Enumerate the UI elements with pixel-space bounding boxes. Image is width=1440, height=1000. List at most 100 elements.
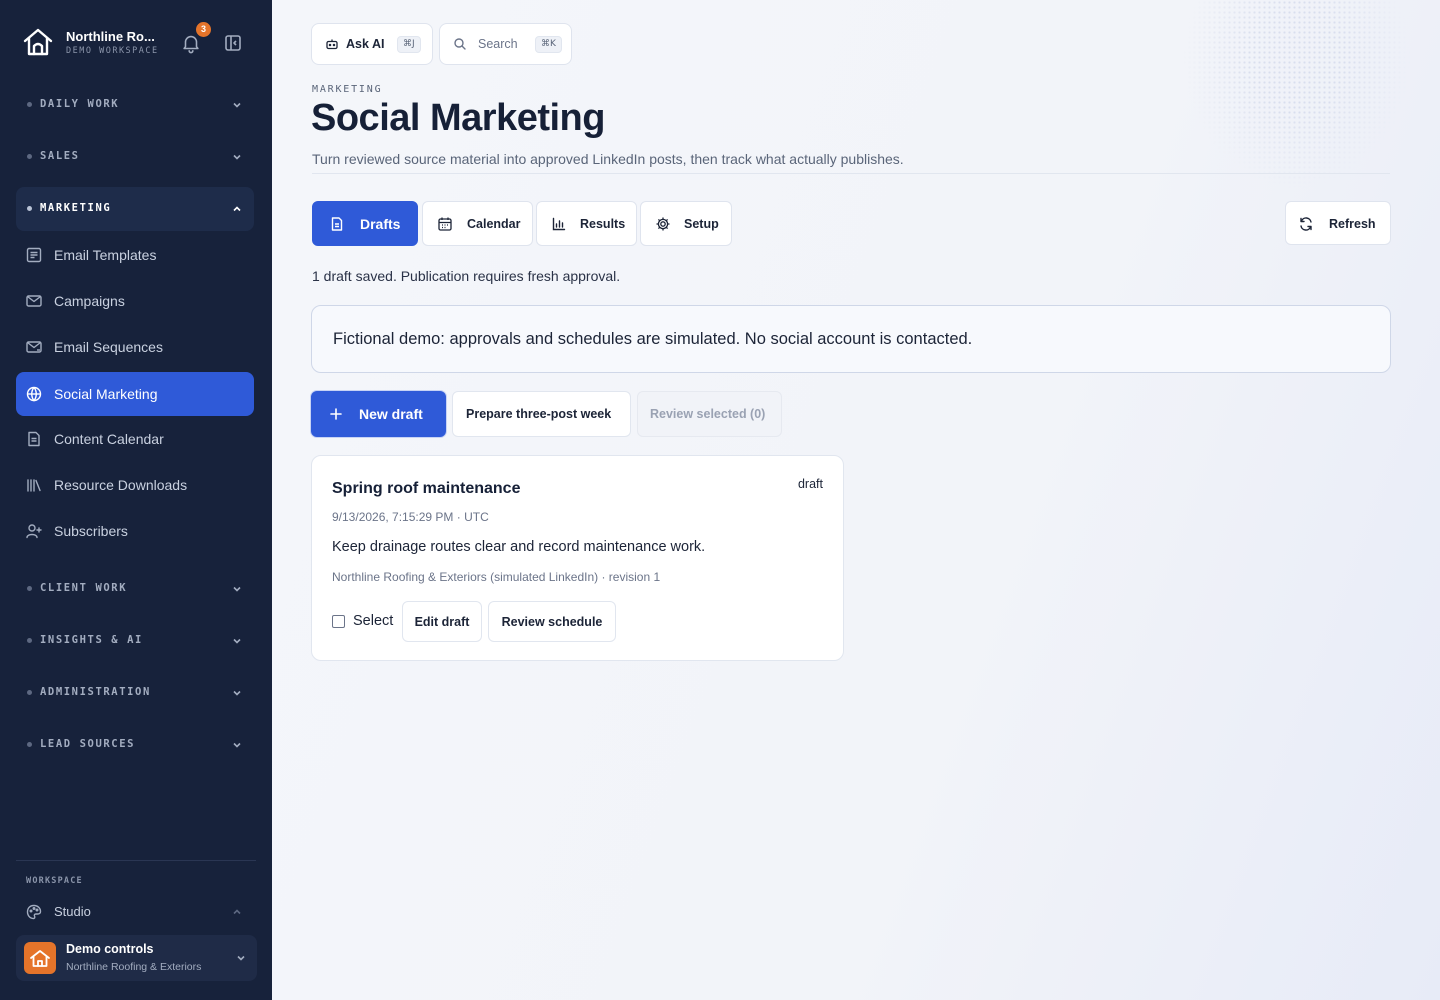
draft-meta: Northline Roofing & Exteriors (simulated… [332, 570, 661, 584]
sidebar-item-label: Content Calendar [54, 431, 164, 447]
select-label[interactable]: Select [353, 613, 393, 629]
refresh-icon [1300, 217, 1312, 231]
notice-text: Fictional demo: approvals and schedules … [333, 330, 973, 348]
chevron-down-icon [233, 586, 241, 592]
bar-chart-icon [552, 217, 566, 231]
group-label: SALES [40, 150, 80, 162]
template-icon [26, 247, 42, 263]
brand[interactable]: Northline Ro... DEMO WORKSPACE 3 [22, 22, 252, 64]
group-dot [27, 690, 32, 695]
mail-sequence-icon [26, 341, 42, 353]
sidebar-item-email-templates[interactable]: Email Templates [16, 233, 254, 277]
search-input[interactable]: Search ⌘K [439, 23, 572, 65]
tab-label: Calendar [467, 217, 521, 231]
document-icon [331, 217, 343, 231]
sidebar-item-email-sequences[interactable]: Email Sequences [16, 325, 254, 369]
tab-calendar[interactable]: Calendar [422, 201, 533, 246]
sidebar-collapse-icon[interactable] [223, 33, 243, 53]
house-logo-icon [23, 28, 53, 56]
palette-icon [26, 904, 42, 920]
sidebar-item-label: Campaigns [54, 293, 125, 309]
chevron-down-icon [233, 102, 241, 108]
library-icon [27, 479, 41, 492]
chevron-down-icon [233, 742, 241, 748]
demo-subtitle: Northline Roofing & Exteriors [66, 961, 202, 973]
nav-group-sales[interactable]: SALES [16, 135, 254, 179]
sidebar-item-label: Email Sequences [54, 339, 163, 355]
sidebar-item-label: Studio [54, 904, 91, 919]
group-dot [27, 638, 32, 643]
tab-label: Results [580, 217, 626, 231]
review-schedule-button[interactable]: Review schedule [488, 601, 616, 642]
page-title: Social Marketing [311, 97, 605, 139]
sidebar-item-content-calendar[interactable]: Content Calendar [16, 417, 254, 461]
nav-group-daily-work[interactable]: DAILY WORK [16, 83, 254, 127]
tab-label: Setup [684, 217, 719, 231]
group-dot [27, 586, 32, 591]
sidebar-item-subscribers[interactable]: Subscribers [16, 509, 254, 553]
ask-ai-button[interactable]: Ask AI ⌘J [311, 23, 433, 65]
demo-title: Demo controls [66, 942, 154, 956]
group-label: MARKETING [40, 202, 112, 214]
edit-draft-label: Edit draft [414, 615, 470, 629]
group-label: DAILY WORK [40, 98, 120, 110]
select-checkbox[interactable] [332, 615, 345, 628]
sidebar-item-label: Social Marketing [54, 386, 158, 402]
gear-icon [656, 217, 670, 231]
status-message: 1 draft saved. Publication requires fres… [312, 268, 621, 284]
demo-logo [24, 942, 56, 974]
page-description: Turn reviewed source material into appro… [312, 151, 904, 167]
new-draft-label: New draft [359, 406, 423, 422]
globe-icon [26, 386, 42, 402]
ask-ai-shortcut: ⌘J [397, 36, 421, 53]
group-label: CLIENT WORK [40, 582, 128, 594]
group-dot [27, 742, 32, 747]
sidebar-item-resource-downloads[interactable]: Resource Downloads [16, 463, 254, 507]
nav-group-client-work[interactable]: CLIENT WORK [16, 567, 254, 611]
breadcrumb: MARKETING [312, 84, 383, 95]
refresh-button[interactable]: Refresh [1285, 201, 1391, 245]
workspace-section-label: WORKSPACE [26, 876, 83, 886]
nav-group-insights-ai[interactable]: INSIGHTS & AI [16, 619, 254, 663]
new-draft-button[interactable]: New draft [311, 391, 446, 437]
nav-group-marketing[interactable]: MARKETING [16, 187, 254, 231]
group-dot [27, 154, 32, 159]
sidebar-item-campaigns[interactable]: Campaigns [16, 279, 254, 323]
sidebar-item-studio[interactable]: Studio [16, 898, 254, 926]
prepare-week-label: Prepare three-post week [466, 407, 612, 421]
review-selected-button[interactable]: Review selected (0) [637, 391, 782, 437]
review-selected-label: Review selected (0) [650, 407, 766, 421]
group-dot [27, 102, 32, 107]
sidebar-item-label: Email Templates [54, 247, 157, 263]
document-icon [28, 431, 40, 447]
tab-results[interactable]: Results [536, 201, 637, 246]
nav-group-lead-sources[interactable]: LEAD SOURCES [16, 723, 254, 767]
sidebar-item-social-marketing[interactable]: Social Marketing [16, 372, 254, 416]
chevron-up-icon [233, 206, 241, 212]
workspace-name: Northline Ro... [66, 29, 155, 44]
draft-title: Spring roof maintenance [332, 480, 521, 497]
nav-group-administration[interactable]: ADMINISTRATION [16, 671, 254, 715]
prepare-three-post-week-button[interactable]: Prepare three-post week [452, 391, 631, 437]
tab-drafts[interactable]: Drafts [312, 201, 418, 246]
tab-setup[interactable]: Setup [640, 201, 732, 246]
notification-badge: 3 [196, 22, 211, 37]
mail-icon [26, 295, 42, 307]
decorative-dot-pattern [1182, 0, 1412, 190]
main-content: Ask AI ⌘J Search ⌘K MARKETING Social Mar… [272, 0, 1440, 1000]
group-label: INSIGHTS & AI [40, 634, 143, 646]
chevron-down-icon [237, 955, 245, 961]
sidebar-item-label: Resource Downloads [54, 477, 188, 493]
group-label: LEAD SOURCES [40, 738, 136, 750]
calendar-icon [438, 217, 452, 231]
draft-card: Spring roof maintenance draft 9/13/2026,… [311, 455, 844, 661]
chevron-down-icon [233, 638, 241, 644]
edit-draft-button[interactable]: Edit draft [402, 601, 482, 642]
draft-body: Keep drainage routes clear and record ma… [332, 539, 706, 555]
robot-icon [326, 39, 338, 50]
tab-label: Drafts [360, 216, 401, 232]
refresh-label: Refresh [1329, 217, 1376, 231]
demo-controls-switcher[interactable]: Demo controls Northline Roofing & Exteri… [16, 935, 257, 981]
review-schedule-label: Review schedule [501, 615, 603, 629]
demo-notice-banner: Fictional demo: approvals and schedules … [311, 305, 1391, 373]
